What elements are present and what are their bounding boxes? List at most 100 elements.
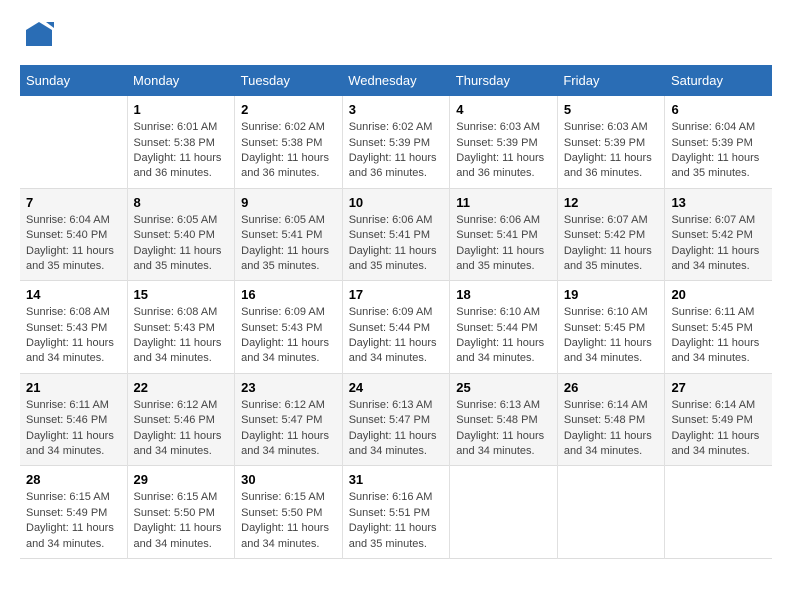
day-number: 31 xyxy=(349,472,444,487)
day-info: Sunrise: 6:10 AMSunset: 5:44 PMDaylight:… xyxy=(456,305,551,367)
day-number: 12 xyxy=(564,195,659,210)
calendar-cell: 2 Sunrise: 6:02 AMSunset: 5:38 PMDaylight… xyxy=(235,96,343,188)
day-number: 10 xyxy=(349,195,444,210)
day-info: Sunrise: 6:15 AMSunset: 5:49 PMDaylight:… xyxy=(26,490,121,552)
calendar-cell: 15 Sunrise: 6:08 AMSunset: 5:43 PMDayligh… xyxy=(127,281,235,374)
calendar-cell: 21 Sunrise: 6:11 AMSunset: 5:46 PMDayligh… xyxy=(20,373,127,466)
day-info: Sunrise: 6:12 AMSunset: 5:47 PMDaylight:… xyxy=(241,398,336,460)
day-info: Sunrise: 6:04 AMSunset: 5:40 PMDaylight:… xyxy=(26,213,121,275)
day-info: Sunrise: 6:05 AMSunset: 5:40 PMDaylight:… xyxy=(134,213,229,275)
weekday-header-thursday: Thursday xyxy=(450,65,558,96)
day-info: Sunrise: 6:11 AMSunset: 5:46 PMDaylight:… xyxy=(26,398,121,460)
calendar-week-row: 21 Sunrise: 6:11 AMSunset: 5:46 PMDayligh… xyxy=(20,373,772,466)
calendar-cell: 13 Sunrise: 6:07 AMSunset: 5:42 PMDayligh… xyxy=(665,188,772,281)
calendar-week-row: 7 Sunrise: 6:04 AMSunset: 5:40 PMDaylight… xyxy=(20,188,772,281)
calendar-cell: 5 Sunrise: 6:03 AMSunset: 5:39 PMDaylight… xyxy=(557,96,665,188)
day-info: Sunrise: 6:06 AMSunset: 5:41 PMDaylight:… xyxy=(456,213,551,275)
weekday-header-friday: Friday xyxy=(557,65,665,96)
day-info: Sunrise: 6:05 AMSunset: 5:41 PMDaylight:… xyxy=(241,213,336,275)
day-info: Sunrise: 6:02 AMSunset: 5:39 PMDaylight:… xyxy=(349,120,444,182)
day-number: 29 xyxy=(134,472,229,487)
day-number: 20 xyxy=(671,287,766,302)
day-info: Sunrise: 6:01 AMSunset: 5:38 PMDaylight:… xyxy=(134,120,229,182)
day-info: Sunrise: 6:02 AMSunset: 5:38 PMDaylight:… xyxy=(241,120,336,182)
logo xyxy=(20,20,54,55)
day-info: Sunrise: 6:08 AMSunset: 5:43 PMDaylight:… xyxy=(26,305,121,367)
calendar-cell: 24 Sunrise: 6:13 AMSunset: 5:47 PMDayligh… xyxy=(342,373,450,466)
day-info: Sunrise: 6:16 AMSunset: 5:51 PMDaylight:… xyxy=(349,490,444,552)
calendar-cell: 19Sunrise: 6:10 AMSunset: 5:45 PMDayligh… xyxy=(557,281,665,374)
day-info: Sunrise: 6:07 AMSunset: 5:42 PMDaylight:… xyxy=(564,213,659,275)
calendar-cell: 14 Sunrise: 6:08 AMSunset: 5:43 PMDayligh… xyxy=(20,281,127,374)
weekday-header-monday: Monday xyxy=(127,65,235,96)
day-info: Sunrise: 6:07 AMSunset: 5:42 PMDaylight:… xyxy=(671,213,766,275)
day-info: Sunrise: 6:09 AMSunset: 5:44 PMDaylight:… xyxy=(349,305,444,367)
calendar-header-row: SundayMondayTuesdayWednesdayThursdayFrid… xyxy=(20,65,772,96)
calendar-week-row: 1 Sunrise: 6:01 AMSunset: 5:38 PMDaylight… xyxy=(20,96,772,188)
calendar-cell: 20 Sunrise: 6:11 AMSunset: 5:45 PMDayligh… xyxy=(665,281,772,374)
day-info: Sunrise: 6:08 AMSunset: 5:43 PMDaylight:… xyxy=(134,305,229,367)
day-number: 25 xyxy=(456,380,551,395)
calendar-cell: 26 Sunrise: 6:14 AMSunset: 5:48 PMDayligh… xyxy=(557,373,665,466)
day-number: 16 xyxy=(241,287,336,302)
day-number: 14 xyxy=(26,287,121,302)
logo-icon xyxy=(24,20,54,50)
day-number: 18 xyxy=(456,287,551,302)
day-number: 28 xyxy=(26,472,121,487)
day-info: Sunrise: 6:12 AMSunset: 5:46 PMDaylight:… xyxy=(134,398,229,460)
calendar-cell: 31 Sunrise: 6:16 AMSunset: 5:51 PMDayligh… xyxy=(342,466,450,559)
calendar-cell: 22 Sunrise: 6:12 AMSunset: 5:46 PMDayligh… xyxy=(127,373,235,466)
weekday-header-saturday: Saturday xyxy=(665,65,772,96)
day-info: Sunrise: 6:04 AMSunset: 5:39 PMDaylight:… xyxy=(671,120,766,182)
weekday-header-wednesday: Wednesday xyxy=(342,65,450,96)
calendar-cell: 11Sunrise: 6:06 AMSunset: 5:41 PMDayligh… xyxy=(450,188,558,281)
day-number: 19 xyxy=(564,287,659,302)
day-info: Sunrise: 6:03 AMSunset: 5:39 PMDaylight:… xyxy=(456,120,551,182)
day-info: Sunrise: 6:06 AMSunset: 5:41 PMDaylight:… xyxy=(349,213,444,275)
calendar-cell: 29 Sunrise: 6:15 AMSunset: 5:50 PMDayligh… xyxy=(127,466,235,559)
calendar-cell: 8Sunrise: 6:05 AMSunset: 5:40 PMDaylight… xyxy=(127,188,235,281)
calendar-cell: 23Sunrise: 6:12 AMSunset: 5:47 PMDayligh… xyxy=(235,373,343,466)
day-number: 22 xyxy=(134,380,229,395)
calendar-cell: 1 Sunrise: 6:01 AMSunset: 5:38 PMDaylight… xyxy=(127,96,235,188)
calendar-cell xyxy=(557,466,665,559)
calendar-cell xyxy=(20,96,127,188)
calendar-body: 1 Sunrise: 6:01 AMSunset: 5:38 PMDaylight… xyxy=(20,96,772,558)
weekday-header-tuesday: Tuesday xyxy=(235,65,343,96)
calendar-cell: 28 Sunrise: 6:15 AMSunset: 5:49 PMDayligh… xyxy=(20,466,127,559)
calendar-cell: 18 Sunrise: 6:10 AMSunset: 5:44 PMDayligh… xyxy=(450,281,558,374)
day-number: 26 xyxy=(564,380,659,395)
day-info: Sunrise: 6:13 AMSunset: 5:47 PMDaylight:… xyxy=(349,398,444,460)
day-number: 30 xyxy=(241,472,336,487)
calendar-week-row: 14 Sunrise: 6:08 AMSunset: 5:43 PMDayligh… xyxy=(20,281,772,374)
day-number: 24 xyxy=(349,380,444,395)
day-number: 27 xyxy=(671,380,766,395)
day-info: Sunrise: 6:14 AMSunset: 5:49 PMDaylight:… xyxy=(671,398,766,460)
day-info: Sunrise: 6:03 AMSunset: 5:39 PMDaylight:… xyxy=(564,120,659,182)
day-info: Sunrise: 6:15 AMSunset: 5:50 PMDaylight:… xyxy=(241,490,336,552)
day-info: Sunrise: 6:15 AMSunset: 5:50 PMDaylight:… xyxy=(134,490,229,552)
day-number: 17 xyxy=(349,287,444,302)
day-number: 4 xyxy=(456,102,551,117)
day-number: 15 xyxy=(134,287,229,302)
day-number: 7 xyxy=(26,195,121,210)
day-number: 13 xyxy=(671,195,766,210)
day-number: 1 xyxy=(134,102,229,117)
calendar-week-row: 28 Sunrise: 6:15 AMSunset: 5:49 PMDayligh… xyxy=(20,466,772,559)
calendar-cell: 25Sunrise: 6:13 AMSunset: 5:48 PMDayligh… xyxy=(450,373,558,466)
day-info: Sunrise: 6:14 AMSunset: 5:48 PMDaylight:… xyxy=(564,398,659,460)
day-info: Sunrise: 6:11 AMSunset: 5:45 PMDaylight:… xyxy=(671,305,766,367)
page-header xyxy=(20,20,772,55)
calendar-cell xyxy=(665,466,772,559)
day-number: 9 xyxy=(241,195,336,210)
calendar-cell: 4 Sunrise: 6:03 AMSunset: 5:39 PMDaylight… xyxy=(450,96,558,188)
day-number: 2 xyxy=(241,102,336,117)
day-info: Sunrise: 6:09 AMSunset: 5:43 PMDaylight:… xyxy=(241,305,336,367)
calendar-cell: 3 Sunrise: 6:02 AMSunset: 5:39 PMDaylight… xyxy=(342,96,450,188)
calendar-cell: 16 Sunrise: 6:09 AMSunset: 5:43 PMDayligh… xyxy=(235,281,343,374)
day-number: 3 xyxy=(349,102,444,117)
day-number: 5 xyxy=(564,102,659,117)
day-number: 21 xyxy=(26,380,121,395)
calendar-cell: 17 Sunrise: 6:09 AMSunset: 5:44 PMDayligh… xyxy=(342,281,450,374)
weekday-header-sunday: Sunday xyxy=(20,65,127,96)
